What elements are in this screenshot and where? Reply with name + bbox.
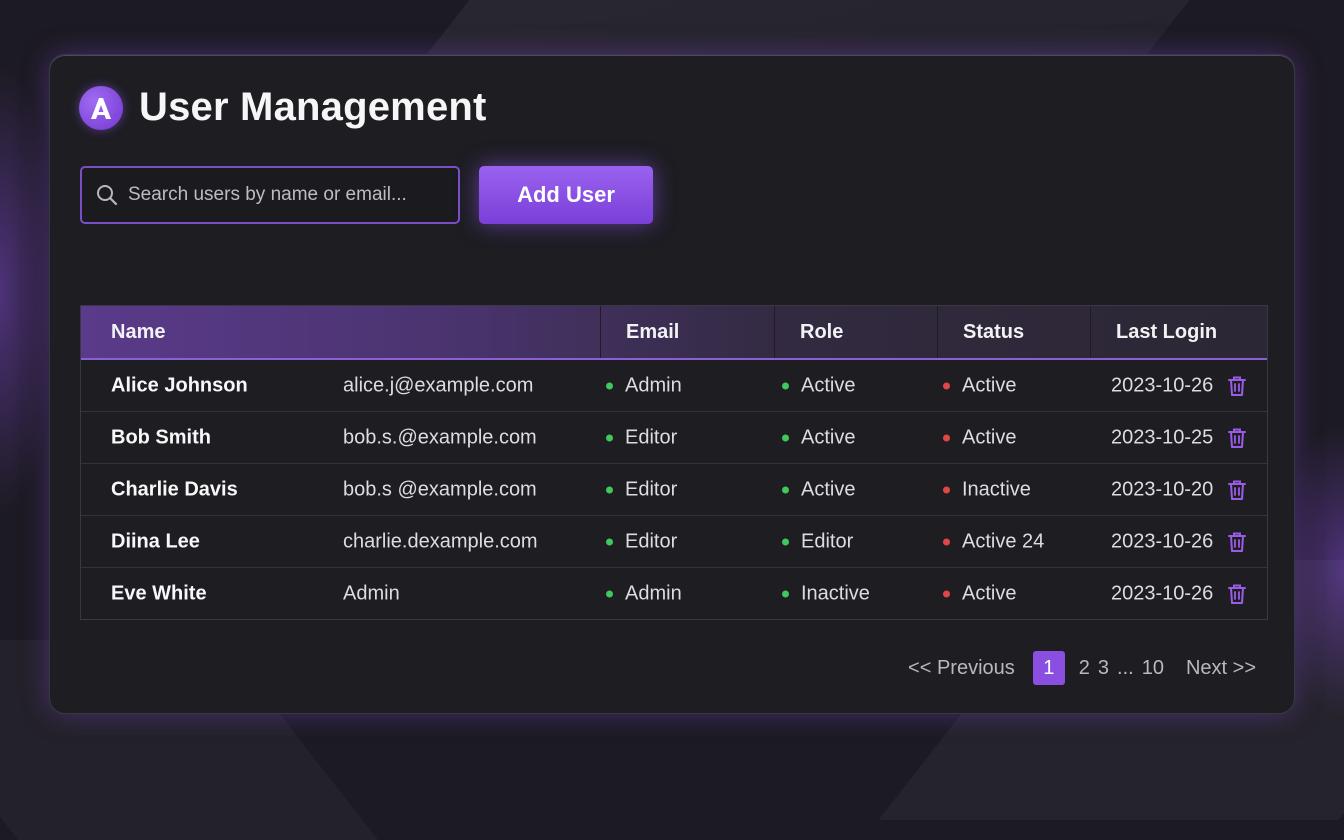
page-button-current[interactable]: 1: [1032, 651, 1065, 685]
trash-icon[interactable]: [1227, 583, 1247, 605]
user-name: Charlie Davis: [111, 478, 238, 500]
user-state: Inactive: [782, 582, 870, 605]
user-status-label: Active: [962, 582, 1017, 604]
user-name: Bob Smith: [111, 426, 211, 448]
user-status: Active: [943, 582, 1016, 605]
status-dot-icon: [782, 486, 789, 493]
status-dot-icon: [943, 382, 950, 389]
status-dot-icon: [782, 590, 789, 597]
trash-icon[interactable]: [1227, 531, 1247, 553]
users-table: Name Email Role Status Last Login Alice …: [80, 305, 1268, 620]
column-header-last-login[interactable]: Last Login: [1090, 306, 1267, 358]
column-header-status[interactable]: Status: [937, 306, 1090, 358]
user-status: Inactive: [943, 478, 1031, 501]
next-page-link[interactable]: Next >>: [1186, 657, 1256, 680]
user-state: Editor: [782, 530, 853, 553]
page-title: User Management: [139, 85, 487, 129]
user-state-label: Active: [801, 374, 856, 396]
page-button-last[interactable]: 10: [1142, 657, 1164, 680]
search-icon: [97, 185, 118, 206]
status-dot-icon: [606, 434, 613, 441]
user-state-label: Active: [801, 426, 856, 448]
table-row[interactable]: Bob Smith bob.s.@example.com Editor Active A…: [81, 411, 1267, 463]
user-email: charlie.dexample.com: [343, 530, 538, 552]
a-logo-icon: [79, 85, 123, 130]
status-dot-icon: [943, 590, 950, 597]
status-dot-icon: [782, 434, 789, 441]
user-status: Active: [943, 374, 1016, 397]
user-email: bob.s @example.com: [343, 478, 537, 500]
user-status: Active 24: [943, 530, 1044, 553]
column-header-role[interactable]: Role: [774, 306, 937, 358]
user-management-panel: User Management Add User Name Email Role…: [49, 54, 1295, 714]
status-dot-icon: [606, 382, 613, 389]
user-last-login: 2023-10-26: [1111, 374, 1214, 396]
column-header-name[interactable]: Name: [81, 306, 600, 358]
logo-glyph: [91, 97, 111, 119]
user-state: Active: [782, 426, 855, 449]
page-button-3[interactable]: 3: [1098, 657, 1109, 680]
user-state-label: Active: [801, 478, 856, 500]
user-email: alice.j@example.com: [343, 374, 534, 396]
status-dot-icon: [782, 382, 789, 389]
user-last-login: 2023-10-20: [1111, 478, 1214, 500]
page-header: User Management: [79, 85, 487, 130]
search-box[interactable]: [80, 166, 460, 224]
user-state: Active: [782, 374, 855, 397]
user-role-label: Editor: [625, 530, 678, 552]
user-state-label: Inactive: [801, 582, 870, 604]
add-user-button[interactable]: Add User: [479, 166, 653, 224]
column-header-email[interactable]: Email: [600, 306, 774, 358]
user-status: Active: [943, 426, 1016, 449]
user-email: bob.s.@example.com: [343, 426, 537, 448]
user-last-login: 2023-10-26: [1111, 530, 1214, 552]
user-role: Editor: [606, 478, 677, 501]
table-row[interactable]: Charlie Davis bob.s @example.com Editor Act…: [81, 463, 1267, 515]
user-state-label: Editor: [801, 530, 854, 552]
trash-icon[interactable]: [1227, 427, 1247, 449]
pagination: << Previous 1 2 3 ... 10 Next >>: [908, 651, 1256, 685]
status-dot-icon: [606, 486, 613, 493]
user-state: Active: [782, 478, 855, 501]
status-dot-icon: [943, 538, 950, 545]
search-input[interactable]: [126, 183, 458, 207]
user-status-label: Active: [962, 426, 1017, 448]
user-name: Diina Lee: [111, 530, 200, 552]
user-role-label: Editor: [625, 426, 678, 448]
user-email: Admin: [343, 582, 400, 604]
user-status-label: Active 24: [962, 530, 1045, 552]
page-ellipsis: ...: [1117, 656, 1134, 679]
user-role: Editor: [606, 530, 677, 553]
user-status-label: Inactive: [962, 478, 1031, 500]
status-dot-icon: [606, 590, 613, 597]
status-dot-icon: [943, 486, 950, 493]
user-role: Admin: [606, 374, 682, 397]
user-role: Admin: [606, 582, 682, 605]
user-role-label: Admin: [625, 374, 682, 396]
user-name: Eve White: [111, 582, 207, 604]
user-role-label: Editor: [625, 478, 678, 500]
previous-page-link[interactable]: << Previous: [908, 657, 1015, 680]
status-dot-icon: [943, 434, 950, 441]
table-row[interactable]: Alice Johnson alice.j@example.com Admin Act…: [81, 360, 1267, 411]
user-last-login: 2023-10-25: [1111, 426, 1214, 448]
user-status-label: Active: [962, 374, 1017, 396]
user-role-label: Admin: [625, 582, 682, 604]
user-name: Alice Johnson: [111, 374, 248, 396]
status-dot-icon: [606, 538, 613, 545]
table-row[interactable]: Diina Lee charlie.dexample.com Editor Edito…: [81, 515, 1267, 567]
table-body: Alice Johnson alice.j@example.com Admin Act…: [81, 360, 1267, 619]
status-dot-icon: [782, 538, 789, 545]
user-role: Editor: [606, 426, 677, 449]
page-button-2[interactable]: 2: [1079, 657, 1090, 680]
user-last-login: 2023-10-26: [1111, 582, 1214, 604]
trash-icon[interactable]: [1227, 375, 1247, 397]
table-row[interactable]: Eve White Admin Admin Inactive Active 2023-10…: [81, 567, 1267, 619]
table-header: Name Email Role Status Last Login: [81, 306, 1267, 360]
trash-icon[interactable]: [1227, 479, 1247, 501]
